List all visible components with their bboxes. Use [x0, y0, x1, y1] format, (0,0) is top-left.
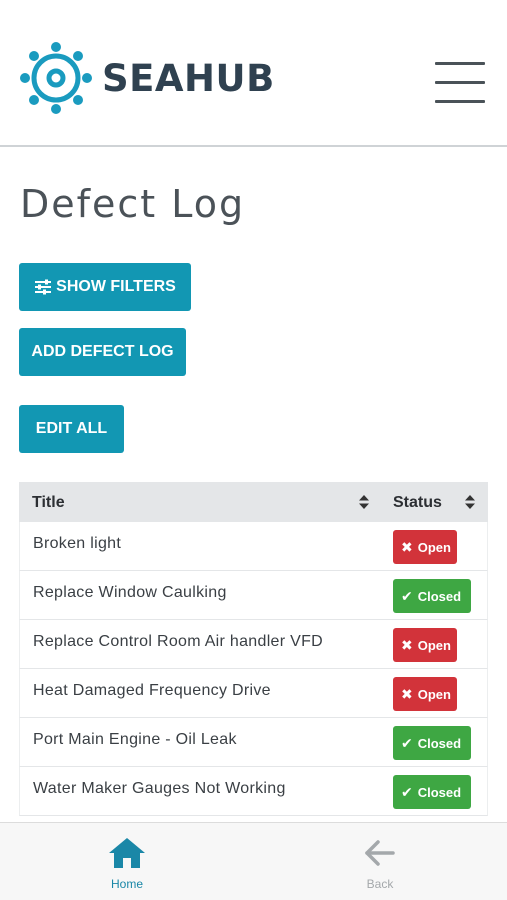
- sort-icon[interactable]: [359, 495, 369, 509]
- hamburger-menu-icon[interactable]: [435, 62, 485, 104]
- defect-title[interactable]: Heat Damaged Frequency Drive: [33, 682, 271, 700]
- nav-back[interactable]: Back: [340, 837, 420, 891]
- status-badge: ✔ Closed: [393, 775, 471, 809]
- defect-title[interactable]: Replace Window Caulking: [33, 584, 227, 602]
- x-icon: ✖: [401, 636, 413, 653]
- table-row[interactable]: Water Maker Gauges Not Working ✔ Closed: [19, 767, 488, 816]
- defect-title[interactable]: Water Maker Gauges Not Working: [33, 780, 286, 798]
- page-title: Defect Log: [20, 182, 246, 226]
- status-badge: ✖ Open: [393, 628, 457, 662]
- status-label: Open: [417, 686, 451, 702]
- table-header: Title Status: [19, 482, 488, 522]
- bottom-navigation: Home Back: [0, 822, 507, 900]
- check-icon: ✔: [401, 734, 413, 751]
- status-label: Open: [417, 637, 451, 653]
- column-header-status[interactable]: Status: [393, 494, 442, 512]
- status-badge: ✖ Open: [393, 677, 457, 711]
- seahub-logo[interactable]: SEAHUB: [20, 42, 275, 114]
- table-body: Broken light ✖ Open Replace Window Caulking…: [19, 522, 488, 816]
- check-icon: ✔: [401, 587, 413, 604]
- defect-title[interactable]: Port Main Engine - Oil Leak: [33, 731, 237, 749]
- show-filters-label: SHOW FILTERS: [56, 278, 176, 295]
- check-icon: ✔: [401, 783, 413, 800]
- nav-home-label: Home: [110, 877, 143, 891]
- table-row[interactable]: Port Main Engine - Oil Leak ✔ Closed: [19, 718, 488, 767]
- home-icon: [109, 838, 145, 868]
- nav-home[interactable]: Home: [87, 837, 167, 891]
- column-header-title[interactable]: Title: [32, 494, 65, 512]
- status-label: Closed: [417, 735, 462, 751]
- table-row[interactable]: Replace Window Caulking ✔ Closed: [19, 571, 488, 620]
- ship-wheel-icon: [20, 42, 92, 114]
- status-label: Closed: [417, 784, 462, 800]
- defect-title[interactable]: Replace Control Room Air handler VFD: [33, 633, 323, 651]
- defect-title[interactable]: Broken light: [33, 535, 121, 553]
- sliders-icon: [35, 279, 52, 295]
- edit-all-button[interactable]: EDIT ALL: [19, 405, 124, 453]
- sort-icon[interactable]: [465, 495, 475, 509]
- table-row[interactable]: Replace Control Room Air handler VFD ✖ Ope…: [19, 620, 488, 669]
- x-icon: ✖: [401, 685, 413, 702]
- table-row[interactable]: Broken light ✖ Open: [19, 522, 488, 571]
- status-badge: ✖ Open: [393, 530, 457, 564]
- x-icon: ✖: [401, 538, 413, 555]
- add-defect-log-button[interactable]: ADD DEFECT LOG: [19, 328, 186, 376]
- status-badge: ✔ Closed: [393, 726, 471, 760]
- table-row[interactable]: Heat Damaged Frequency Drive ✖ Open: [19, 669, 488, 718]
- show-filters-button[interactable]: SHOW FILTERS: [19, 263, 191, 311]
- defect-log-table: Title Status Broken light ✖ Open Replace Wi…: [19, 482, 488, 816]
- nav-back-label: Back: [366, 877, 394, 891]
- back-arrow-icon: [365, 840, 395, 866]
- brand-name: SEAHUB: [102, 56, 275, 100]
- status-label: Closed: [417, 588, 462, 604]
- status-badge: ✔ Closed: [393, 579, 471, 613]
- app-header: SEAHUB: [0, 0, 507, 147]
- status-label: Open: [417, 539, 451, 555]
